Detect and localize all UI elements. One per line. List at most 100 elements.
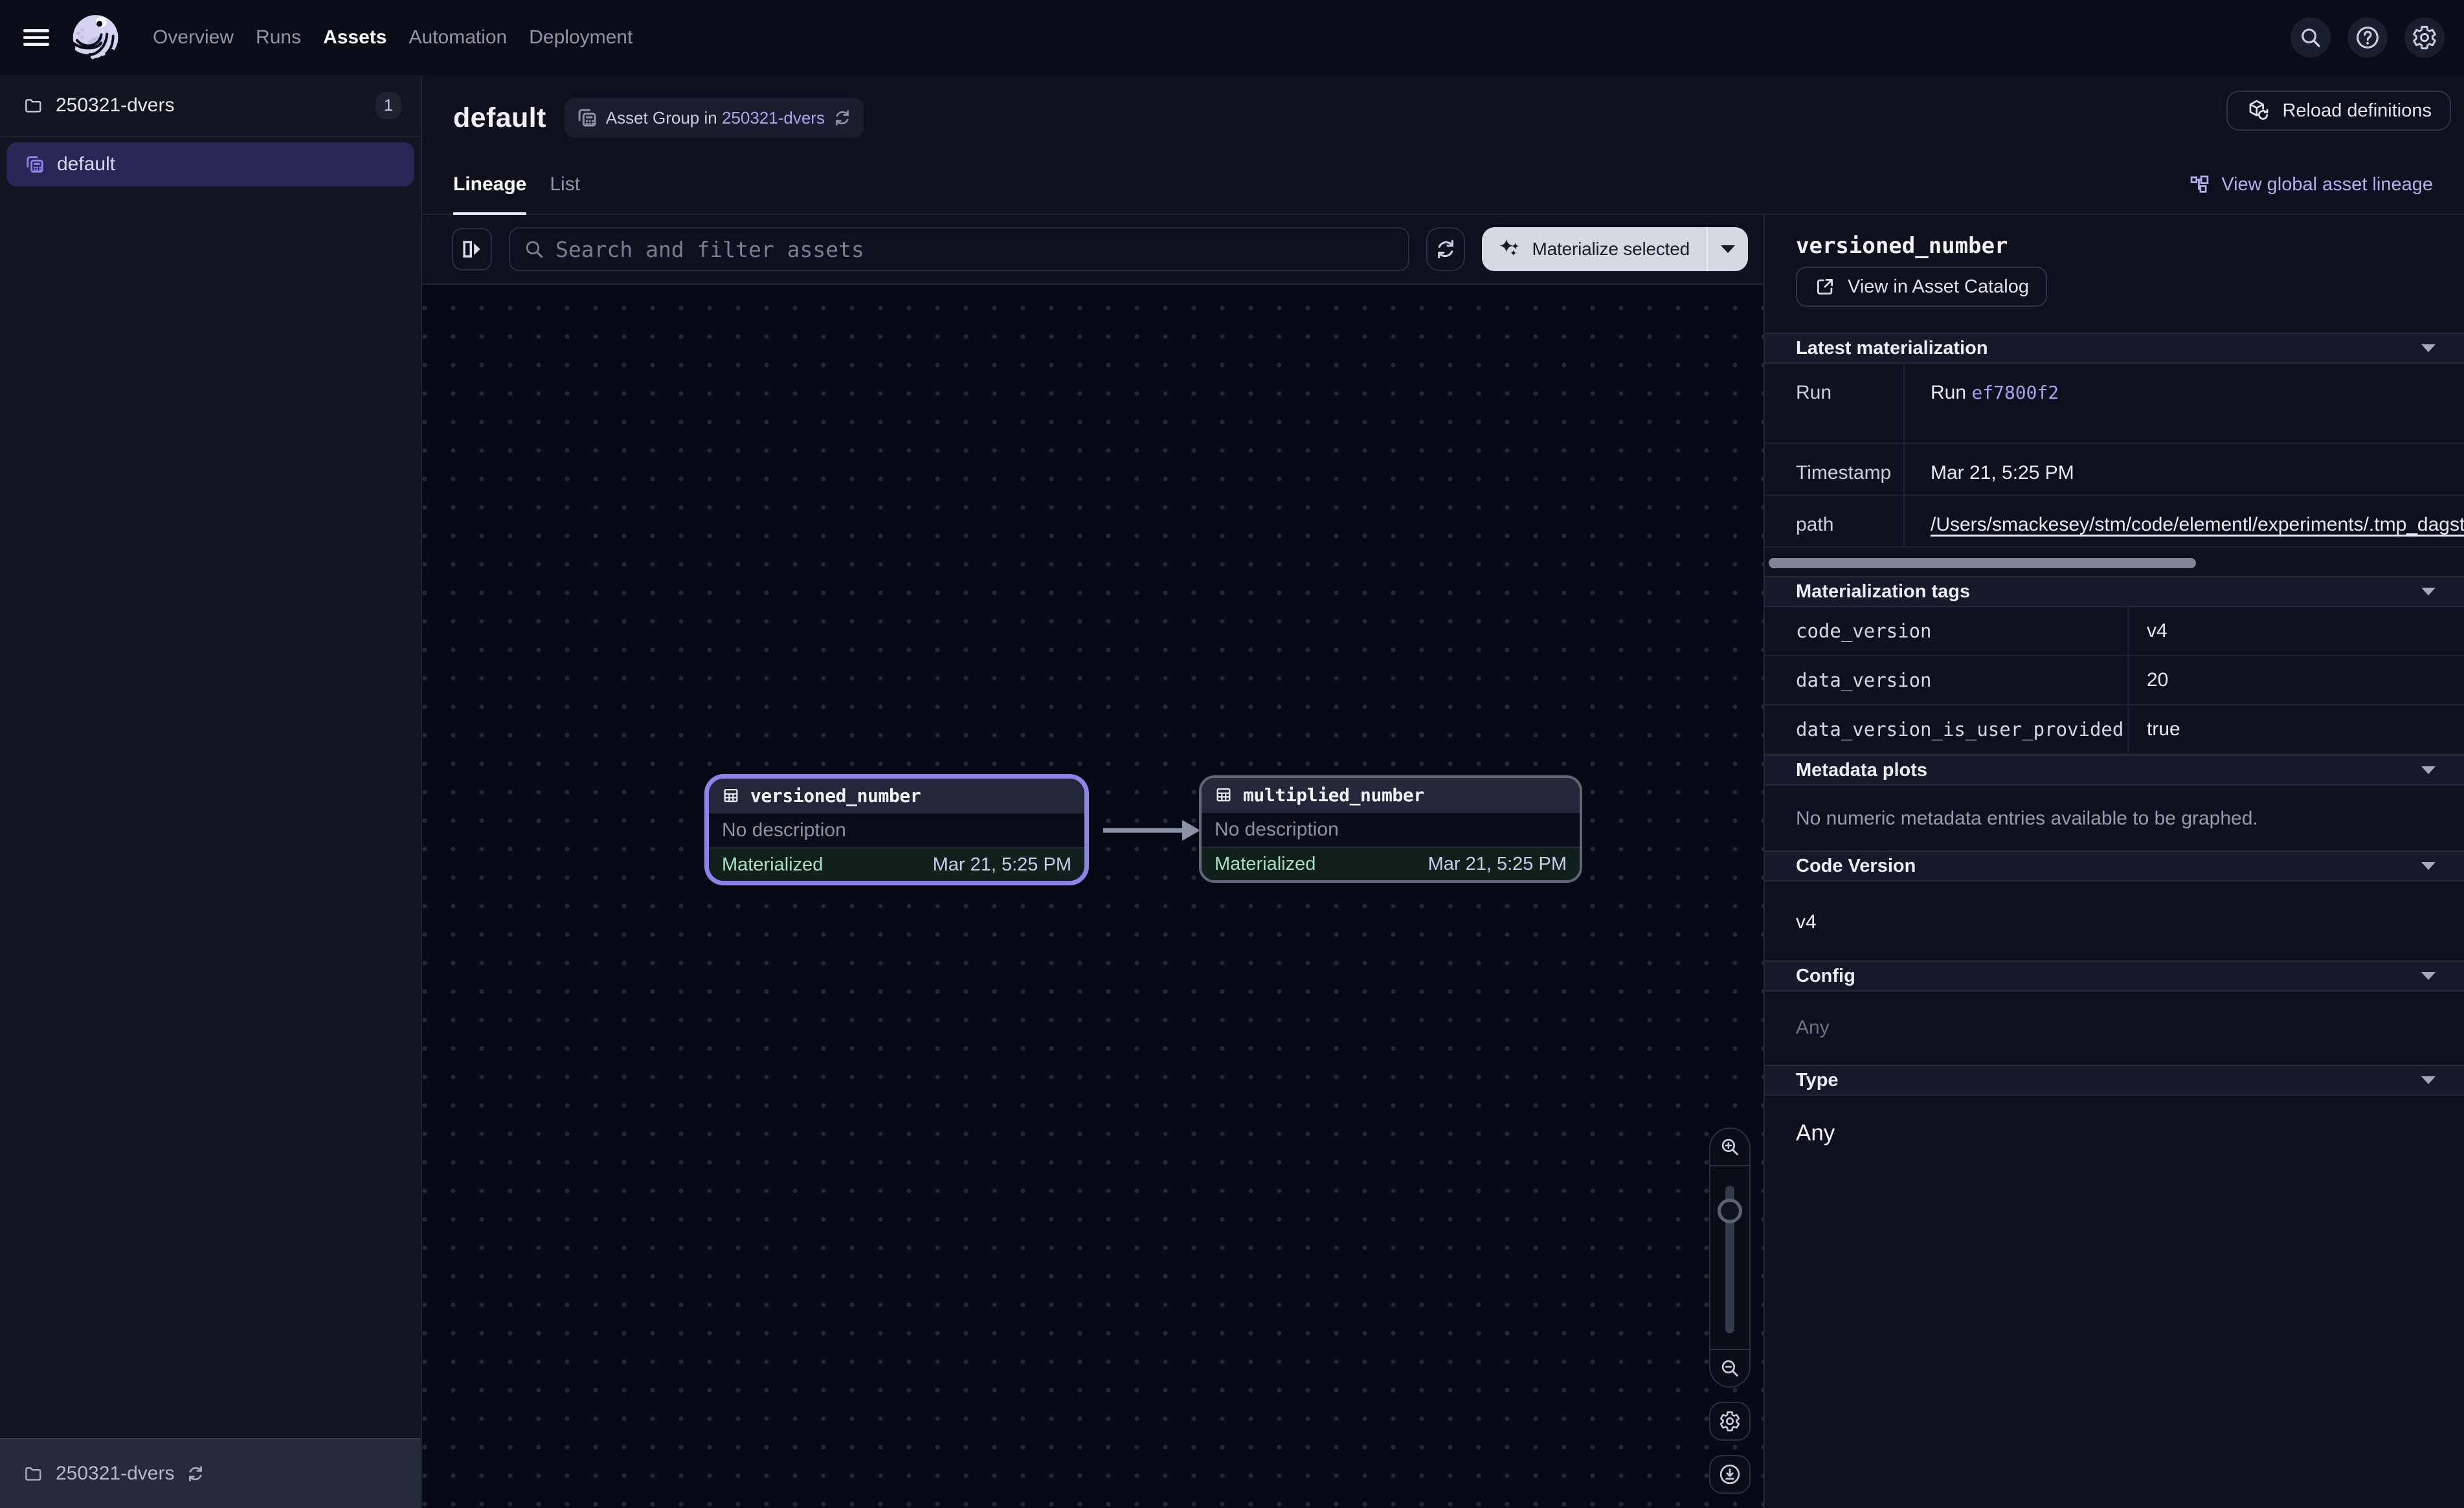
asset-group-icon — [25, 154, 45, 175]
nav-item-automation[interactable]: Automation — [409, 27, 507, 49]
lineage-icon — [2189, 173, 2211, 195]
download-image-button[interactable] — [1709, 1455, 1751, 1494]
asset-group-badge-link[interactable]: 250321-dvers — [722, 108, 825, 128]
path-link[interactable]: /Users/smackesey/stm/code/elementl/exper… — [1905, 496, 2464, 548]
metadata-plots-empty-text: No numeric metadata entries available to… — [1765, 786, 2464, 850]
graph-toolbar: Materialize selected — [422, 215, 1764, 285]
table-icon — [722, 786, 740, 804]
tab-list[interactable]: List — [550, 173, 580, 215]
asset-search-input[interactable] — [555, 237, 1395, 262]
config-value: Any — [1765, 992, 2464, 1065]
chevron-down-icon — [2421, 972, 2436, 980]
expand-panel-button[interactable] — [452, 228, 492, 271]
asset-detail-panel: versioned_number View in Asset Catalog L… — [1764, 215, 2464, 1508]
sidebar-group-row[interactable]: 250321-dvers 1 — [0, 75, 421, 137]
nav-item-deployment[interactable]: Deployment — [529, 27, 633, 49]
download-icon — [1718, 1463, 1742, 1486]
tag-value: 20 — [2129, 656, 2464, 705]
hamburger-menu-icon[interactable] — [23, 29, 49, 46]
refresh-icon[interactable] — [833, 108, 852, 128]
tab-lineage[interactable]: Lineage — [453, 173, 526, 215]
chevron-down-icon — [1721, 245, 1735, 253]
zoom-slider[interactable] — [1710, 1166, 1749, 1349]
run-link[interactable]: Run ef7800f2 — [1905, 364, 2464, 444]
asset-node-name: versioned_number — [750, 785, 921, 806]
asset-group-icon — [576, 107, 598, 129]
section-code-version[interactable]: Code Version — [1765, 850, 2464, 882]
materialize-dropdown-button[interactable] — [1708, 227, 1748, 271]
lineage-canvas[interactable]: versioned_number No description Material… — [422, 285, 1764, 1508]
asset-node-description: No description — [1202, 812, 1580, 848]
expand-panel-icon — [460, 237, 484, 261]
refresh-graph-button[interactable] — [1426, 227, 1465, 271]
nav-item-overview[interactable]: Overview — [153, 27, 234, 49]
nav-item-runs[interactable]: Runs — [256, 27, 301, 49]
help-button[interactable] — [2347, 17, 2388, 58]
asset-group-badge-text: Asset Group in 250321-dvers — [606, 108, 825, 128]
sparkle-icon — [1497, 237, 1522, 261]
section-materialization-tags[interactable]: Materialization tags — [1765, 576, 2464, 607]
section-type[interactable]: Type — [1765, 1065, 2464, 1096]
tag-value: v4 — [2129, 607, 2464, 656]
sidebar-item-default[interactable]: default — [6, 142, 414, 186]
asset-node-header: multiplied_number — [1202, 778, 1580, 812]
graph-pane: Materialize selected — [422, 215, 1764, 1508]
zoom-slider-knob[interactable] — [1718, 1199, 1742, 1223]
materialize-selected-main[interactable]: Materialize selected — [1482, 227, 1707, 271]
zoom-out-button[interactable] — [1710, 1349, 1749, 1386]
page-header: default Asset Group in 250321-dvers Relo… — [422, 75, 2464, 215]
asset-node-footer: Materialized Mar 21, 5:25 PM — [709, 848, 1084, 881]
dagster-logo[interactable] — [71, 14, 119, 63]
section-latest-materialization[interactable]: Latest materialization — [1765, 333, 2464, 364]
table-row-key: Run — [1765, 364, 1905, 444]
asset-group-badge[interactable]: Asset Group in 250321-dvers — [565, 98, 864, 138]
horizontal-scrollbar[interactable] — [1769, 558, 2196, 568]
materialize-selected-button[interactable]: Materialize selected — [1482, 227, 1748, 271]
page-title: default — [453, 102, 546, 134]
settings-button[interactable] — [2404, 17, 2445, 58]
view-global-asset-lineage-link[interactable]: View global asset lineage — [2189, 173, 2433, 195]
top-nav: Overview Runs Assets Automation Deployme… — [0, 0, 2464, 75]
gear-icon — [1719, 1410, 1741, 1432]
nav-actions — [2290, 17, 2445, 58]
view-in-asset-catalog-button[interactable]: View in Asset Catalog — [1796, 267, 2047, 307]
tag-key: code_version — [1765, 607, 2129, 656]
reload-definitions-button[interactable]: Reload definitions — [2226, 91, 2451, 131]
sidebar-item-label: default — [57, 153, 115, 175]
tabs: Lineage List — [453, 173, 580, 215]
zoom-in-button[interactable] — [1710, 1129, 1749, 1166]
asset-node-description: No description — [709, 812, 1084, 848]
asset-node-name: multiplied_number — [1243, 784, 1424, 806]
external-link-icon — [1814, 276, 1836, 298]
chevron-down-icon — [2421, 588, 2436, 595]
search-button[interactable] — [2290, 17, 2331, 58]
panel-asset-title: versioned_number — [1765, 215, 2464, 259]
nav-item-assets[interactable]: Assets — [323, 27, 386, 49]
asset-search-box — [509, 227, 1409, 271]
code-version-value: v4 — [1765, 882, 2464, 960]
section-config[interactable]: Config — [1765, 960, 2464, 992]
table-row-key: path — [1765, 496, 1905, 548]
asset-node-timestamp: Mar 21, 5:25 PM — [1428, 854, 1567, 875]
refresh-icon[interactable] — [186, 1464, 205, 1483]
tag-value: true — [2129, 705, 2464, 755]
tag-key: data_version_is_user_provided — [1765, 705, 2129, 755]
latest-materialization-table: Run Run ef7800f2 Timestamp Mar 21, 5:25 … — [1765, 364, 2464, 548]
table-row-value: Mar 21, 5:25 PM — [1905, 444, 2464, 496]
sidebar-items: default — [0, 137, 421, 1438]
sidebar-footer[interactable]: 250321-dvers — [0, 1438, 421, 1508]
chevron-down-icon — [2421, 766, 2436, 774]
main-area: default Asset Group in 250321-dvers Relo… — [422, 75, 2464, 1508]
search-icon — [523, 238, 545, 260]
tag-key: data_version — [1765, 656, 2129, 705]
asset-node-versioned-number[interactable]: versioned_number No description Material… — [704, 774, 1089, 885]
folder-icon — [23, 96, 43, 115]
sidebar: 250321-dvers 1 default 250321-dvers — [0, 75, 422, 1508]
asset-node-status: Materialized — [1215, 854, 1316, 875]
chevron-down-icon — [2421, 1076, 2436, 1084]
asset-node-multiplied-number[interactable]: multiplied_number No description Materia… — [1199, 775, 1582, 883]
section-metadata-plots[interactable]: Metadata plots — [1765, 755, 2464, 786]
zoom-out-icon — [1719, 1357, 1741, 1379]
graph-settings-button[interactable] — [1709, 1402, 1751, 1441]
materialization-tags-table: code_version v4 data_version 20 data_ver… — [1765, 607, 2464, 755]
